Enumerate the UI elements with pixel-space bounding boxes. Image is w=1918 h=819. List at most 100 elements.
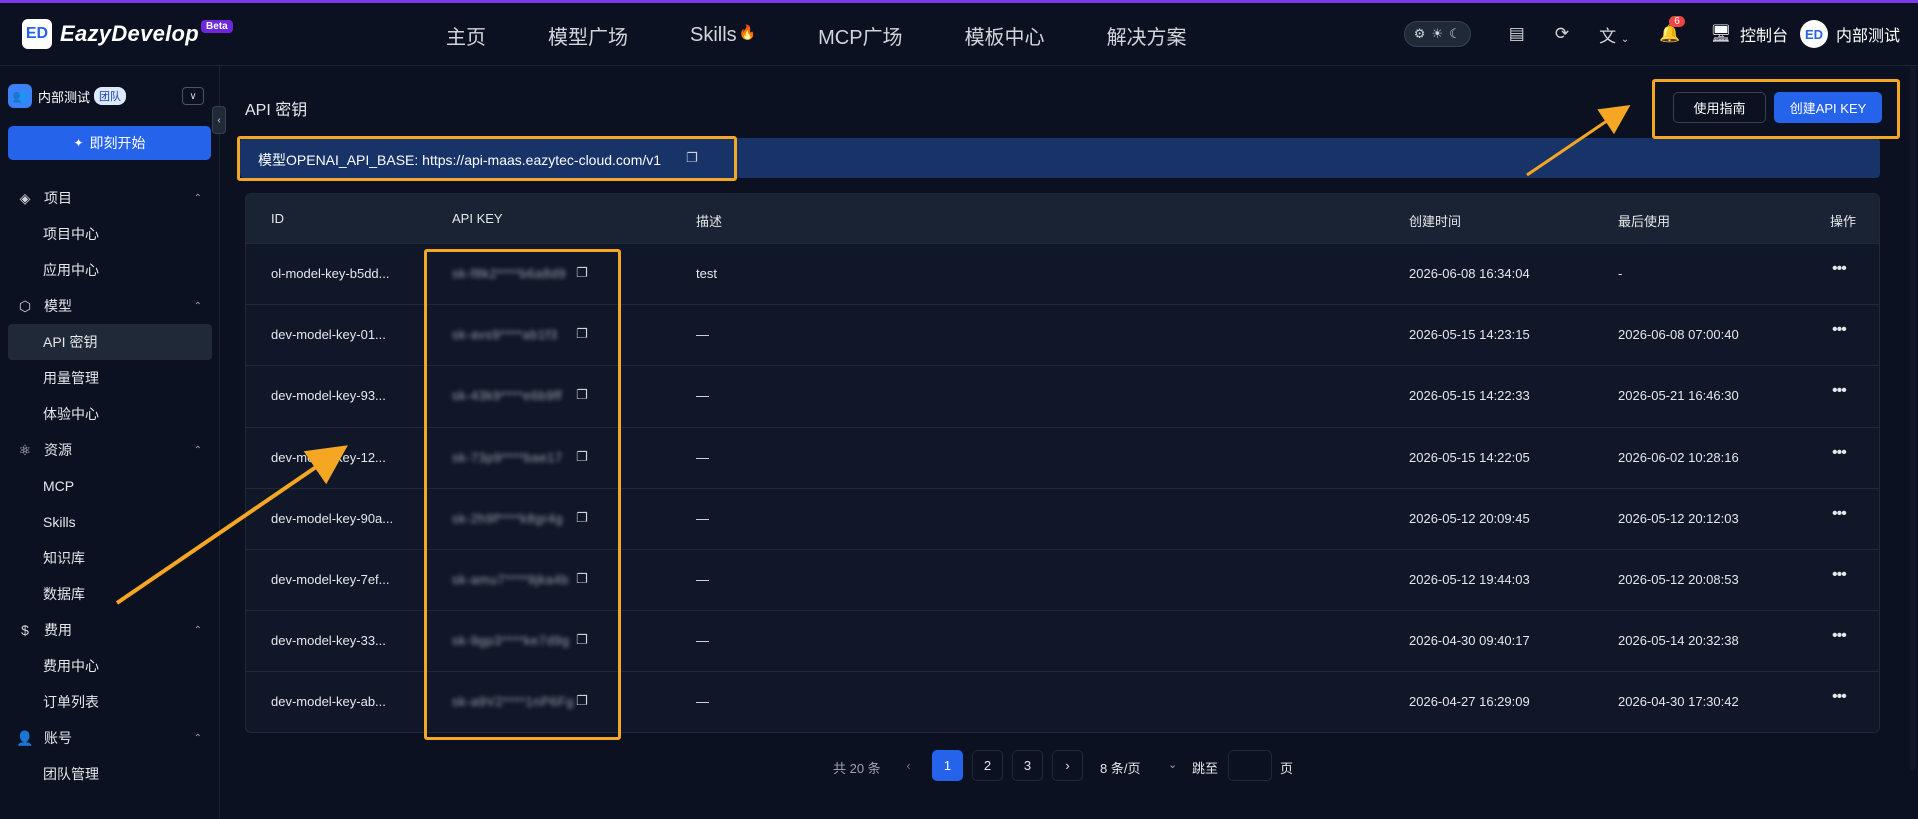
prev-page-icon[interactable]: ‹ xyxy=(893,750,924,781)
sidebar-item-database[interactable]: 数据库 xyxy=(0,576,220,612)
main-nav: 主页 模型广场 Skills 🔥 MCP广场 模板中心 解决方案 xyxy=(446,21,1249,50)
more-actions-icon[interactable]: ••• xyxy=(1832,566,1847,584)
sidebar-item-usage[interactable]: 用量管理 xyxy=(0,360,220,396)
team-name: 内部测试 xyxy=(38,89,91,105)
copy-icon[interactable]: ❐ xyxy=(576,265,588,281)
copy-icon[interactable]: ❐ xyxy=(576,693,588,709)
chevron-down-icon[interactable]: ⌄ xyxy=(1168,758,1177,771)
more-actions-icon[interactable]: ••• xyxy=(1832,688,1847,706)
more-actions-icon[interactable]: ••• xyxy=(1832,321,1847,339)
table-row: dev-model-key-33... sk-9gp3****ke7d9g — 202… xyxy=(246,610,1879,671)
copy-icon[interactable]: ❐ xyxy=(576,387,588,403)
column-header-description: 描述 xyxy=(696,214,723,229)
page-button-3[interactable]: 3 xyxy=(1012,750,1043,781)
docs-icon[interactable]: ▤ xyxy=(1509,24,1525,44)
sidebar-item-project-center[interactable]: 项目中心 xyxy=(0,216,220,252)
more-actions-icon[interactable]: ••• xyxy=(1832,505,1847,523)
sidebar-menu: ◈ 项目 ⌃ 项目中心 应用中心 ⬡ 模型 ⌃ API 密钥 用量管理 体验中心 ⚛ 资源… xyxy=(0,180,220,792)
user-name[interactable]: 内部测试 xyxy=(1836,22,1900,46)
sidebar-item-api-keys[interactable]: API 密钥 xyxy=(8,324,212,360)
create-api-key-button[interactable]: 创建API KEY xyxy=(1774,92,1882,123)
cell-api-key: sk-73p9****bae17 xyxy=(452,449,563,465)
next-page-icon[interactable]: › xyxy=(1052,750,1083,781)
copy-icon[interactable]: ❐ xyxy=(576,571,588,587)
chevron-down-icon[interactable]: ∨ xyxy=(182,87,204,105)
sidebar-item-billing-center[interactable]: 费用中心 xyxy=(0,648,220,684)
nav-mcp-plaza[interactable]: MCP广场 xyxy=(818,21,902,50)
nav-model-plaza-label: 模型广场 xyxy=(548,27,628,49)
logo-mark-icon: ED xyxy=(22,19,52,49)
column-header-created: 创建时间 xyxy=(1409,214,1462,229)
sidebar-item-mcp[interactable]: MCP xyxy=(0,468,220,504)
nav-model-plaza[interactable]: 模型广场 xyxy=(548,21,628,50)
chevron-up-icon: ⌃ xyxy=(193,444,202,456)
avatar[interactable]: ED xyxy=(1799,20,1828,48)
cell-last-used: 2026-05-12 20:08:53 xyxy=(1618,572,1739,587)
more-actions-icon[interactable]: ••• xyxy=(1832,382,1847,400)
more-actions-icon[interactable]: ••• xyxy=(1832,627,1847,645)
user-icon: 👤 xyxy=(16,729,34,746)
table-row: dev-model-key-ab... sk-a9V2****1nP6Fg — 202… xyxy=(246,671,1879,732)
dollar-icon: $ xyxy=(21,622,29,638)
nav-solutions[interactable]: 解决方案 xyxy=(1107,21,1187,50)
copy-icon[interactable]: ❐ xyxy=(576,326,588,342)
pagination-total: 共 20 条 xyxy=(833,761,881,776)
sidebar-item-app-center[interactable]: 应用中心 xyxy=(0,252,220,288)
cell-created-time: 2026-04-27 16:29:09 xyxy=(1409,694,1530,710)
cell-description: — xyxy=(696,633,709,649)
nav-skills[interactable]: Skills 🔥 xyxy=(690,21,756,50)
sidebar-group-project[interactable]: ◈ 项目 ⌃ xyxy=(0,180,220,216)
cell-api-key: sk-avs9****ab1f3 xyxy=(452,327,558,343)
table-row: dev-model-key-7ef... sk-amu7****9jka4b — 20… xyxy=(246,549,1879,610)
system-theme-icon[interactable]: ⚙ xyxy=(1414,26,1426,42)
cell-description: — xyxy=(696,388,709,404)
nav-home[interactable]: 主页 xyxy=(446,21,486,50)
refresh-icon[interactable]: ⟳ xyxy=(1555,24,1569,44)
brand-logo[interactable]: ED EazyDevelop Beta xyxy=(22,19,322,49)
nav-template-center[interactable]: 模板中心 xyxy=(965,21,1045,50)
table-row: dev-model-key-90a... sk-2h9f****k8gr4g — 20… xyxy=(246,487,1879,549)
sidebar-item-playground[interactable]: 体验中心 xyxy=(0,396,220,432)
copy-icon[interactable]: ❐ xyxy=(576,632,588,648)
sidebar-group-model[interactable]: ⬡ 模型 ⌃ xyxy=(0,288,220,324)
cell-created-time: 2026-05-15 14:22:33 xyxy=(1409,388,1530,404)
usage-guide-button[interactable]: 使用指南 xyxy=(1673,92,1766,123)
console-link[interactable]: 🖥 控制台 xyxy=(1710,22,1788,46)
flame-icon: 🔥 xyxy=(738,24,757,40)
cell-last-used: - xyxy=(1618,266,1623,281)
bell-icon[interactable]: 🔔 6 xyxy=(1659,16,1685,44)
start-now-button[interactable]: ✦ 即刻开始 xyxy=(8,126,211,160)
cell-id: dev-model-key-93... xyxy=(271,388,386,404)
light-theme-icon[interactable]: ☀ xyxy=(1431,26,1443,42)
more-actions-icon[interactable]: ••• xyxy=(1832,260,1847,278)
page-button-2[interactable]: 2 xyxy=(972,750,1003,781)
translate-icon[interactable]: 文 ⌄ xyxy=(1599,22,1629,47)
sidebar-item-skills[interactable]: Skills xyxy=(0,504,220,540)
sidebar-group-account[interactable]: 👤 账号 ⌃ xyxy=(0,720,220,756)
column-header-api-key: API KEY xyxy=(452,211,503,226)
copy-icon[interactable]: ❐ xyxy=(576,449,588,465)
sidebar-collapse-icon[interactable]: ‹ xyxy=(212,106,226,134)
page-size-select[interactable]: 8 条/页 xyxy=(1100,758,1140,777)
sidebar-group-resources[interactable]: ⚛ 资源 ⌃ xyxy=(0,432,220,468)
page-button-1[interactable]: 1 xyxy=(932,750,963,781)
dark-theme-icon[interactable]: ☾ xyxy=(1449,26,1461,42)
more-actions-icon[interactable]: ••• xyxy=(1832,444,1847,462)
cell-id: dev-model-key-12... xyxy=(271,449,386,465)
sidebar-item-orders[interactable]: 订单列表 xyxy=(0,684,220,720)
sidebar-item-team-management[interactable]: 团队管理 xyxy=(0,756,220,792)
nav-home-label: 主页 xyxy=(446,27,486,49)
jump-page-input[interactable] xyxy=(1228,750,1272,781)
theme-switcher[interactable]: ⚙ ☀ ☾ xyxy=(1403,21,1471,47)
atom-icon: ⚛ xyxy=(18,441,32,458)
table-row: dev-model-key-01... sk-avs9****ab1f3 — 2026… xyxy=(246,304,1879,365)
copy-icon[interactable]: ❐ xyxy=(576,510,588,526)
sidebar-item-knowledge-base[interactable]: 知识库 xyxy=(0,540,220,576)
cell-created-time: 2026-04-30 09:40:17 xyxy=(1409,633,1530,649)
team-selector[interactable]: 👥 内部测试 团队 ∨ xyxy=(8,84,204,108)
jump-label: 跳至 xyxy=(1192,761,1219,776)
page-scrollbar[interactable] xyxy=(1910,66,1916,771)
sidebar-group-billing[interactable]: $ 费用 ⌃ xyxy=(0,612,220,648)
chevron-up-icon: ⌃ xyxy=(193,300,202,312)
copy-icon[interactable]: ❐ xyxy=(686,150,698,166)
